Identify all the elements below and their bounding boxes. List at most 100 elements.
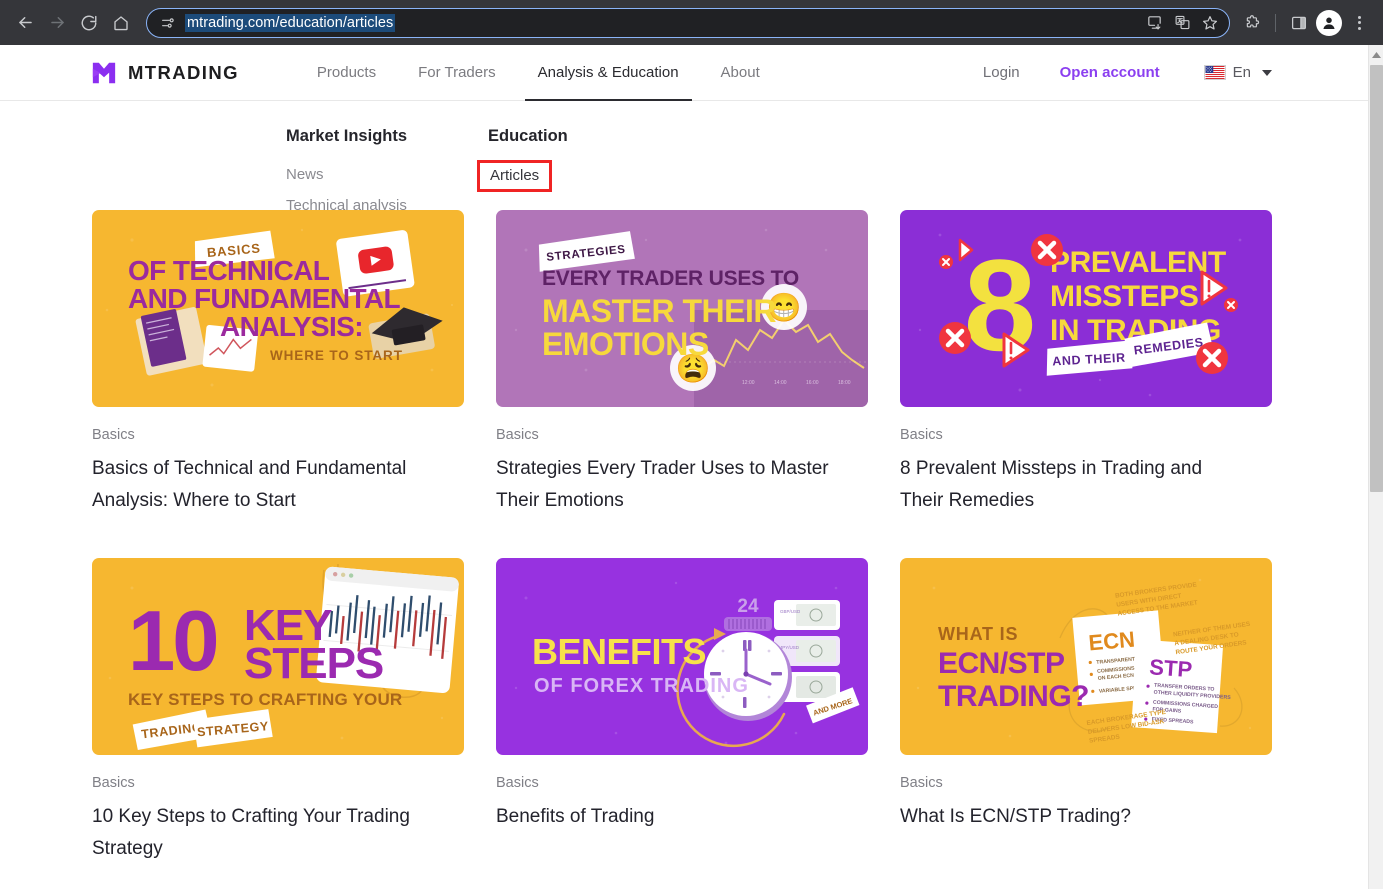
nav-label: Analysis & Education (537, 64, 679, 81)
svg-text:KEY STEPS TO CRAFTING YOUR: KEY STEPS TO CRAFTING YOUR (128, 690, 402, 709)
mega-column-market-insights: Market Insights News Technical analysis (286, 127, 488, 214)
three-dot-menu-icon[interactable] (1345, 9, 1373, 37)
language-selector[interactable]: En (1180, 64, 1272, 81)
url-text[interactable]: mtrading.com/education/articles (185, 13, 396, 32)
web-page: MTRADING Products For Traders Analysis &… (0, 45, 1368, 889)
browser-actions (1238, 9, 1373, 37)
svg-text:MASTER THEIR: MASTER THEIR (542, 293, 776, 329)
open-account-link[interactable]: Open account (1040, 64, 1180, 81)
article-thumbnail[interactable]: GBP/USD JPY/USD AND MORE 24 BENEFITS OF … (496, 558, 868, 755)
brand-name: MTRADING (128, 61, 239, 83)
svg-text:14:00: 14:00 (774, 380, 787, 386)
svg-text:OF FOREX TRADING: OF FOREX TRADING (534, 675, 749, 697)
site-logo[interactable]: MTRADING (91, 61, 239, 85)
svg-text:ANALYSIS:: ANALYSIS: (220, 311, 363, 342)
svg-text:16:00: 16:00 (806, 380, 819, 386)
article-category: Basics (92, 427, 135, 443)
article-card[interactable]: 10 KEY STEPS KEY STEPS TO CRAFTING YOUR … (92, 558, 464, 865)
svg-text:MISSTEPS: MISSTEPS (1050, 280, 1199, 313)
extensions-puzzle-icon[interactable] (1238, 9, 1266, 37)
avatar[interactable] (1316, 9, 1342, 36)
article-title[interactable]: Basics of Technical and Fundamental Anal… (92, 453, 442, 517)
page-viewport: MTRADING Products For Traders Analysis &… (0, 45, 1383, 889)
svg-text:STP: STP (1149, 654, 1193, 682)
svg-text:WHERE TO START: WHERE TO START (270, 348, 403, 363)
svg-text:10: 10 (128, 594, 217, 689)
mega-link-news[interactable]: News (286, 166, 324, 183)
article-card[interactable]: ECN TRANSPARENT TRADING COMMISSIONS ON EA… (900, 558, 1272, 865)
svg-text:JPY/USD: JPY/USD (780, 645, 800, 650)
svg-text:WHAT IS: WHAT IS (938, 624, 1018, 644)
svg-text:24: 24 (737, 596, 759, 617)
mega-column-title: Market Insights (286, 127, 408, 145)
nav-item-products[interactable]: Products (296, 45, 397, 101)
side-panel-icon[interactable] (1285, 9, 1313, 37)
language-label: En (1232, 64, 1251, 81)
article-title[interactable]: Benefits of Trading (496, 801, 846, 833)
chevron-down-icon[interactable] (1262, 69, 1272, 76)
article-card[interactable]: GBP/USD JPY/USD AND MORE 24 BENEFITS OF … (496, 558, 868, 865)
browser-toolbar: mtrading.com/education/articles (0, 0, 1383, 45)
scroll-up-arrow-icon[interactable] (1369, 52, 1383, 58)
login-link[interactable]: Login (963, 64, 1040, 81)
article-category: Basics (496, 427, 539, 443)
main-nav: Products For Traders Analysis & Educatio… (296, 45, 781, 101)
translate-icon[interactable] (1169, 10, 1195, 36)
svg-text:BENEFITS: BENEFITS (532, 631, 706, 672)
article-thumbnail[interactable]: 8 PREVALENT MISSTEPS IN TRADING AND THEI… (900, 210, 1272, 407)
mtrading-m-logo-icon (91, 61, 117, 85)
svg-text:GBP/USD: GBP/USD (780, 609, 801, 614)
scrollbar-thumb[interactable] (1370, 65, 1383, 492)
nav-item-analysis-education[interactable]: Analysis & Education (517, 45, 700, 101)
svg-text:ECN: ECN (1087, 627, 1135, 656)
article-thumbnail[interactable]: 12:00 14:00 16:00 18:00 😁 😩 STRATEGIES E… (496, 210, 868, 407)
page-scrollbar[interactable] (1368, 45, 1383, 889)
article-grid-row-1: BASICS OF TECHNICAL AND FUNDAMENTAL ANAL… (0, 210, 1368, 517)
svg-text:TRADING?: TRADING? (938, 680, 1089, 713)
article-title[interactable]: What Is ECN/STP Trading? (900, 801, 1250, 833)
article-category: Basics (496, 775, 539, 791)
svg-text:12:00: 12:00 (742, 380, 755, 386)
article-category: Basics (900, 427, 943, 443)
mega-link-articles[interactable]: Articles (477, 160, 553, 192)
header-actions: Login Open account En (963, 64, 1368, 81)
svg-text:8: 8 (964, 232, 1036, 378)
address-bar[interactable]: mtrading.com/education/articles (146, 7, 1230, 38)
article-title[interactable]: 8 Prevalent Missteps in Trading and Thei… (900, 453, 1250, 517)
nav-label: Products (316, 64, 377, 81)
forward-button[interactable] (42, 8, 72, 38)
article-card[interactable]: 8 PREVALENT MISSTEPS IN TRADING AND THEI… (900, 210, 1272, 517)
nav-label: About (720, 64, 760, 81)
svg-text:PREVALENT: PREVALENT (1050, 246, 1226, 279)
install-app-icon[interactable] (1141, 10, 1167, 36)
svg-text:EVERY TRADER USES TO: EVERY TRADER USES TO (542, 267, 799, 290)
nav-item-about[interactable]: About (700, 45, 781, 101)
site-header: MTRADING Products For Traders Analysis &… (0, 45, 1368, 101)
article-card[interactable]: 12:00 14:00 16:00 18:00 😁 😩 STRATEGIES E… (496, 210, 868, 517)
reload-button[interactable] (74, 8, 104, 38)
svg-text:EMOTIONS: EMOTIONS (542, 326, 709, 362)
mega-column-title: Education (488, 127, 568, 145)
article-category: Basics (92, 775, 135, 791)
article-thumbnail[interactable]: ECN TRANSPARENT TRADING COMMISSIONS ON EA… (900, 558, 1272, 755)
article-card[interactable]: BASICS OF TECHNICAL AND FUNDAMENTAL ANAL… (92, 210, 464, 517)
us-flag-icon (1203, 65, 1226, 80)
mega-menu: Market Insights News Technical analysis … (0, 101, 1368, 214)
back-button[interactable] (10, 8, 40, 38)
home-button[interactable] (106, 8, 136, 38)
article-thumbnail[interactable]: BASICS OF TECHNICAL AND FUNDAMENTAL ANAL… (92, 210, 464, 407)
nav-label: For Traders (418, 64, 496, 81)
nav-item-for-traders[interactable]: For Traders (397, 45, 517, 101)
svg-text:ECN/STP: ECN/STP (938, 647, 1065, 680)
mega-column-education: Education Articles (477, 127, 690, 205)
article-title[interactable]: 10 Key Steps to Crafting Your Trading St… (92, 801, 442, 865)
article-title[interactable]: Strategies Every Trader Uses to Master T… (496, 453, 846, 517)
profile-avatar-icon[interactable] (1315, 9, 1343, 37)
tune-icon[interactable] (157, 12, 179, 34)
bookmark-star-icon[interactable] (1197, 10, 1223, 36)
article-thumbnail[interactable]: 10 KEY STEPS KEY STEPS TO CRAFTING YOUR … (92, 558, 464, 755)
svg-text:AND FUNDAMENTAL: AND FUNDAMENTAL (128, 283, 400, 314)
article-category: Basics (900, 775, 943, 791)
svg-text:STEPS: STEPS (244, 639, 383, 688)
article-grid-row-2: 10 KEY STEPS KEY STEPS TO CRAFTING YOUR … (0, 558, 1368, 865)
